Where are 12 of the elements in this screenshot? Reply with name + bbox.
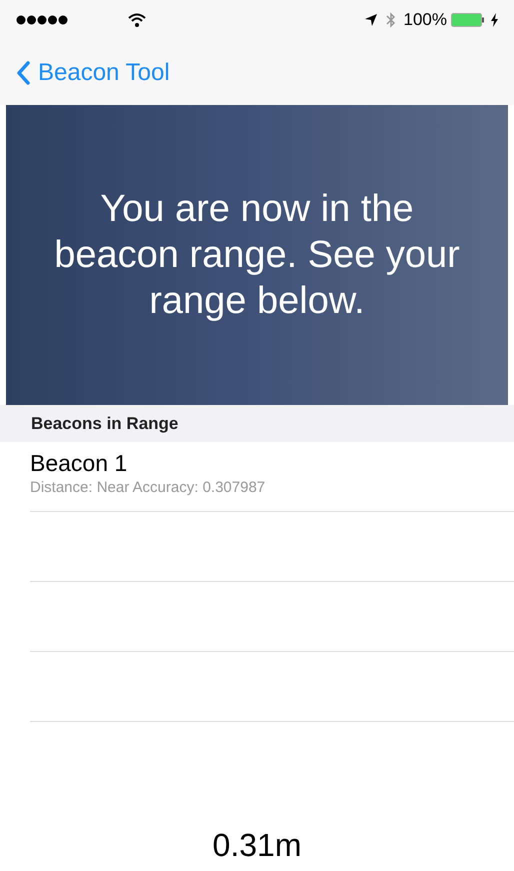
distance-reading: 0.31m <box>212 826 302 865</box>
beacon-detail: Distance: Near Accuracy: 0.307987 <box>30 478 266 498</box>
wifi-icon <box>128 13 146 27</box>
location-arrow-icon <box>364 13 378 27</box>
battery-percentage: 100% <box>404 9 447 32</box>
section-title: Beacons in Range <box>31 412 178 435</box>
signal-icon <box>16 15 68 25</box>
beacon-name: Beacon 1 <box>30 449 128 478</box>
beacon-row[interactable]: Beacon 1 Distance: Near Accuracy: 0.307987 <box>30 442 514 512</box>
chevron-left-icon <box>16 60 30 84</box>
bluetooth-icon <box>386 12 396 28</box>
banner-message: You are now in the beacon range. See your range below. <box>53 187 461 324</box>
